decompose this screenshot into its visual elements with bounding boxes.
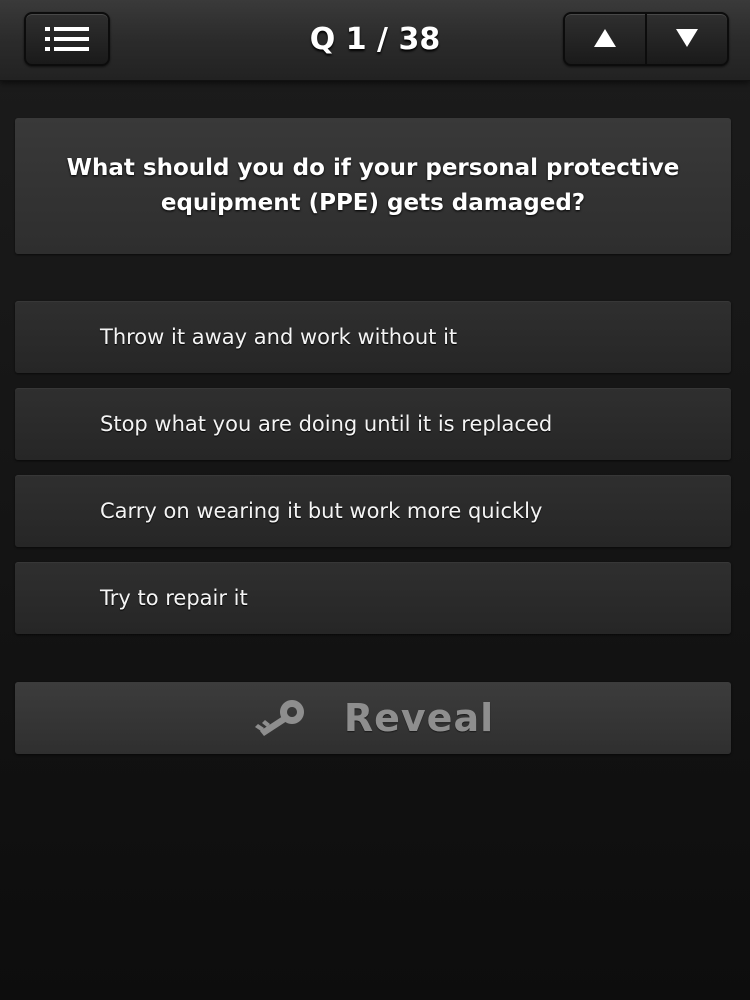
question-card: What should you do if your personal prot… xyxy=(15,118,731,254)
question-text: What should you do if your personal prot… xyxy=(66,155,680,216)
triangle-up-icon xyxy=(594,25,616,53)
top-bar: Q 1 / 38 xyxy=(0,0,750,81)
answer-label: Stop what you are doing until it is repl… xyxy=(100,412,553,436)
answer-option-2[interactable]: Stop what you are doing until it is repl… xyxy=(15,388,731,460)
answer-option-1[interactable]: Throw it away and work without it xyxy=(15,301,731,373)
answer-option-3[interactable]: Carry on wearing it but work more quickl… xyxy=(15,475,731,547)
key-icon xyxy=(252,698,306,742)
next-question-button[interactable] xyxy=(645,14,727,64)
answer-option-4[interactable]: Try to repair it xyxy=(15,562,731,634)
triangle-down-icon xyxy=(676,25,698,53)
answer-label: Throw it away and work without it xyxy=(100,325,458,349)
answer-label: Carry on wearing it but work more quickl… xyxy=(100,499,543,523)
reveal-label: Reveal xyxy=(343,696,495,740)
previous-question-button[interactable] xyxy=(565,14,645,64)
answer-label: Try to repair it xyxy=(100,586,248,610)
question-nav xyxy=(563,12,729,66)
reveal-button[interactable]: Reveal xyxy=(15,682,731,754)
